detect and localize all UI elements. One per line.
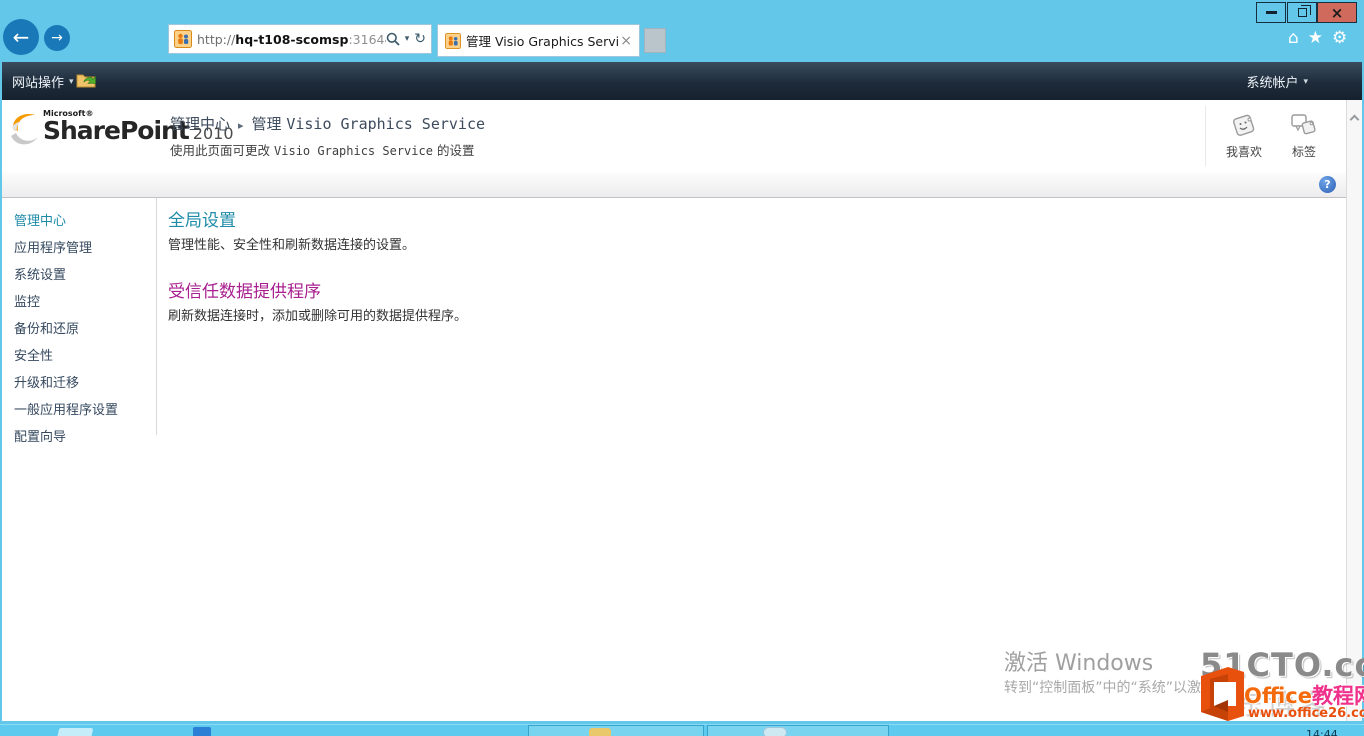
search-icon[interactable]: [386, 32, 400, 46]
close-button[interactable]: ×: [1317, 2, 1357, 23]
social-actions: 我喜欢 标签: [1204, 106, 1318, 166]
navigate-up-button[interactable]: [76, 71, 96, 92]
new-tab-button[interactable]: [644, 28, 666, 53]
sidebar-item-monitoring[interactable]: 监控: [2, 287, 156, 314]
tab-close-icon[interactable]: ×: [620, 33, 632, 49]
url-path: :31644/_admin/VisioService: [348, 31, 385, 47]
sidebar-item-backup-restore[interactable]: 备份和还原: [2, 314, 156, 341]
settings-gear-icon[interactable]: ⚙: [1332, 28, 1347, 48]
back-arrow-icon: ←: [12, 25, 30, 49]
page-content: 管理中心 应用程序管理 系统设置 监控 备份和还原 安全性 升级和迁移 一般应用…: [2, 198, 1346, 721]
favorites-star-icon[interactable]: ★: [1308, 28, 1323, 48]
home-icon[interactable]: ⌂: [1288, 28, 1299, 48]
back-button[interactable]: ←: [3, 19, 39, 55]
browser-tab[interactable]: 管理 Visio Graphics Servi... ×: [437, 24, 640, 57]
sidebar-item-general-app-settings[interactable]: 一般应用程序设置: [2, 395, 156, 422]
breadcrumb-page-en: Visio Graphics Service: [286, 115, 486, 133]
tags-label: 标签: [1291, 144, 1316, 159]
page-header: Microsoft® SharePoint 2010 管理中心 ▸ 管理 Visio…: [2, 100, 1346, 172]
scroll-up-icon[interactable]: [1349, 114, 1360, 125]
taskbar: 14:44: [0, 724, 1364, 736]
refresh-icon[interactable]: ↻: [414, 31, 426, 47]
sharepoint-favicon-icon: [174, 30, 192, 48]
minimize-button[interactable]: [1256, 2, 1286, 23]
folder-app-icon: [589, 728, 611, 736]
sidebar-item-system-settings[interactable]: 系统设置: [2, 260, 156, 287]
start-button-icon[interactable]: [56, 728, 94, 736]
site-actions-label: 网站操作: [12, 76, 65, 91]
url-protocol: http://: [197, 31, 236, 47]
trusted-data-providers-description: 刷新数据连接时，添加或删除可用的数据提供程序。: [168, 309, 468, 324]
sidebar-item-security[interactable]: 安全性: [2, 341, 156, 368]
taskbar-button-1[interactable]: [528, 725, 704, 736]
subtitle-pre: 使用此页面可更改: [170, 143, 271, 158]
help-icon: ?: [1324, 178, 1331, 191]
office26-title-en: Office: [1244, 684, 1312, 708]
ribbon-strip: ?: [2, 172, 1346, 198]
user-account-menu[interactable]: 系统帐户 ▾: [1246, 72, 1308, 91]
i-like-it-button[interactable]: 我喜欢: [1226, 106, 1262, 166]
smiley-tag-icon: [1232, 114, 1255, 136]
activate-windows-subtitle: 转到“控制面板”中的“系统”以激活: [1004, 680, 1216, 696]
trusted-data-providers-link[interactable]: 受信任数据提供程序: [168, 277, 321, 302]
site-actions-menu[interactable]: 网站操作 ▾: [12, 72, 74, 91]
global-settings-description: 管理性能、安全性和刷新数据连接的设置。: [168, 238, 416, 253]
close-icon: ×: [1330, 3, 1344, 22]
account-label: 系统帐户: [1246, 76, 1299, 91]
sidebar-item-app-management[interactable]: 应用程序管理: [2, 233, 156, 260]
minimize-icon: [1265, 11, 1277, 14]
i-like-it-label: 我喜欢: [1225, 144, 1262, 159]
sharepoint-swoosh-icon: [11, 114, 38, 145]
sharepoint-wordmark: SharePoint: [43, 116, 190, 145]
page-subtitle: 使用此页面可更改 Visio Graphics Service 的设置: [170, 140, 474, 159]
sidebar-item-upgrade-migration[interactable]: 升级和迁移: [2, 368, 156, 395]
sidebar-item-config-wizard[interactable]: 配置向导: [2, 422, 156, 449]
breadcrumb: 管理中心 ▸ 管理 Visio Graphics Service: [170, 113, 485, 134]
autocomplete-dropdown-icon[interactable]: ▾: [405, 34, 410, 44]
subtitle-post: 的设置: [436, 143, 475, 158]
forward-button[interactable]: →: [44, 25, 70, 51]
sidebar-item-central-admin[interactable]: 管理中心: [2, 206, 156, 233]
breadcrumb-page-zh: 管理: [251, 115, 282, 133]
settings-link-list: 全局设置 管理性能、安全性和刷新数据连接的设置。 受信任数据提供程序 刷新数据连…: [168, 198, 1068, 340]
address-bar[interactable]: http://hq-t108-scomsp:31644/_admin/Visio…: [168, 24, 432, 54]
chevron-down-icon: ▾: [1303, 76, 1308, 87]
tab-favicon-icon: [445, 32, 461, 49]
browser-app-icon: [763, 727, 787, 736]
browser-titlebar: × ← → http://hq-t108-scomsp:31644/_admin…: [0, 0, 1364, 62]
office-logo-icon: [1201, 667, 1244, 721]
help-button[interactable]: ?: [1319, 176, 1336, 193]
restore-icon: [1297, 5, 1311, 17]
url-text[interactable]: http://hq-t108-scomsp:31644/_admin/Visio…: [197, 32, 386, 47]
subtitle-en: Visio Graphics Service: [274, 144, 433, 158]
chevron-down-icon: ▾: [69, 76, 74, 87]
pinned-app-icon[interactable]: [193, 727, 211, 736]
office26-url: www.office26.com: [1248, 706, 1364, 721]
taskbar-button-2[interactable]: [707, 725, 889, 736]
breadcrumb-root-link[interactable]: 管理中心: [170, 115, 230, 133]
folder-up-icon: [76, 74, 96, 88]
activate-windows-title: 激活 Windows: [1004, 651, 1154, 676]
url-host: hq-t108-scomsp: [235, 31, 349, 47]
tags-icon: [1291, 113, 1316, 134]
quick-launch-sidebar: 管理中心 应用程序管理 系统设置 监控 备份和还原 安全性 升级和迁移 一般应用…: [2, 198, 157, 445]
office26-title-zh: 教程网: [1311, 684, 1364, 708]
tab-title: 管理 Visio Graphics Servi...: [466, 34, 621, 49]
forward-arrow-icon: →: [51, 30, 63, 46]
tags-notes-button[interactable]: 标签: [1290, 106, 1318, 166]
watermark-office26: Office教程网 www.office26.com: [1198, 664, 1364, 736]
breadcrumb-separator-icon: ▸: [238, 119, 244, 132]
vertical-scrollbar[interactable]: [1346, 100, 1362, 722]
sharepoint-topbar: 网站操作 ▾ 系统帐户 ▾: [0, 62, 1364, 100]
global-settings-link[interactable]: 全局设置: [168, 206, 236, 231]
window-border-left: [0, 62, 2, 722]
restore-button[interactable]: [1287, 2, 1317, 23]
